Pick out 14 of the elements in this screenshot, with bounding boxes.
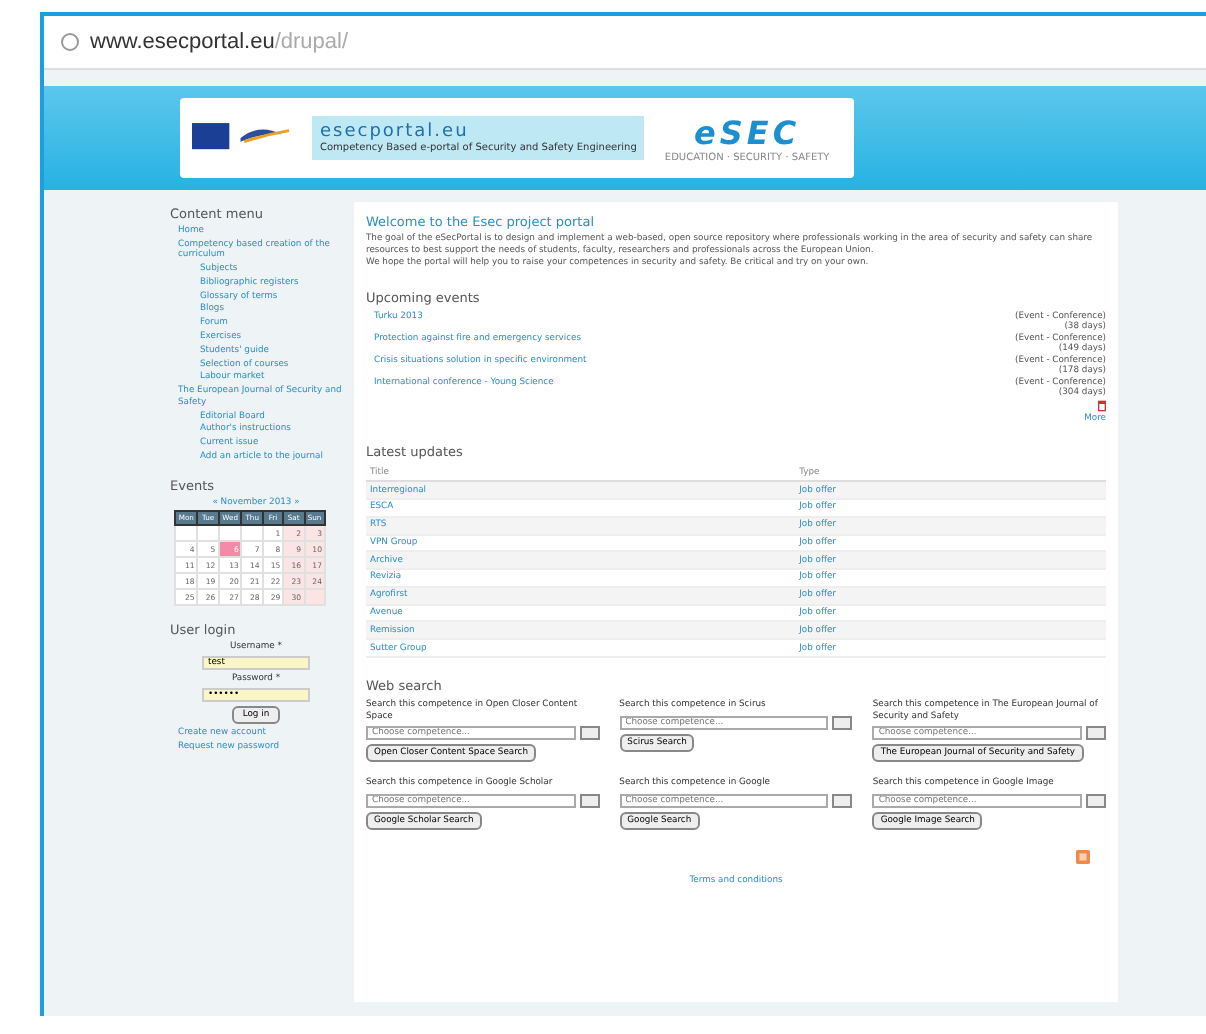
browse-button[interactable]: [1085, 726, 1106, 741]
url-host: www.esecportal.eu: [90, 30, 275, 54]
url-path: /drupal/: [274, 30, 349, 54]
globe-icon: [60, 32, 80, 52]
calendar-feed-icon[interactable]: [1098, 400, 1106, 413]
browse-button[interactable]: [832, 715, 853, 730]
browse-button[interactable]: [1085, 794, 1106, 809]
portal-name: esecportal.eu: [320, 122, 471, 142]
browse-button[interactable]: [579, 726, 600, 741]
feed-icon[interactable]: [1076, 850, 1090, 865]
address-bar[interactable]: www.esecportal.eu/drupal/: [44, 16, 1206, 70]
browse-button[interactable]: [832, 794, 853, 809]
esec-logo-text: eSEC: [694, 113, 801, 151]
browse-button[interactable]: [579, 794, 600, 809]
